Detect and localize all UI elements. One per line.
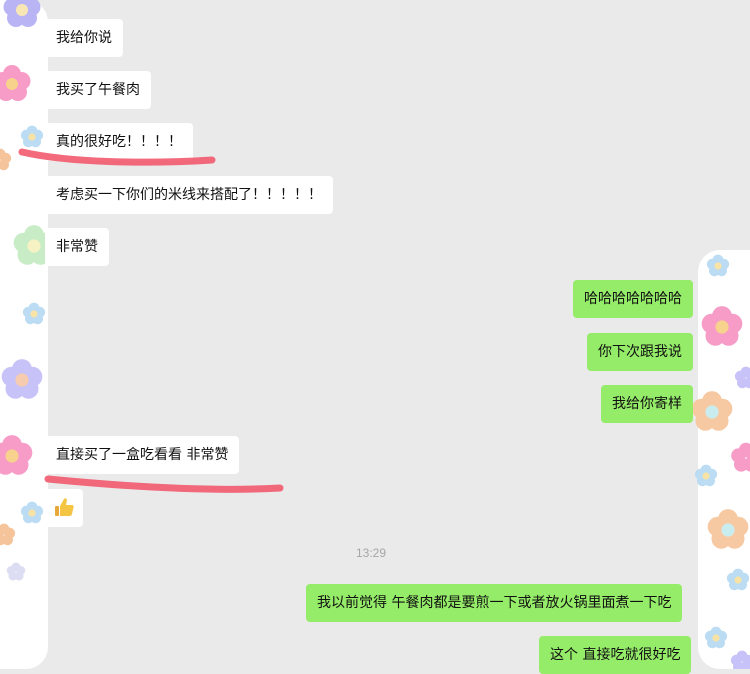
flower-icon bbox=[734, 366, 750, 389]
flower-icon bbox=[707, 509, 749, 549]
message-text: 你下次跟我说 bbox=[598, 344, 682, 360]
flower-icon bbox=[731, 442, 750, 472]
message-bubble[interactable]: 哈哈哈哈哈哈哈 bbox=[573, 280, 693, 318]
flower-icon bbox=[20, 125, 44, 148]
flower-icon bbox=[694, 464, 718, 487]
flower-icon bbox=[730, 650, 750, 669]
flower-icon bbox=[0, 435, 33, 475]
message-bubble[interactable]: 直接买了一盒吃看看 非常赞 bbox=[45, 436, 240, 474]
message-text: 我给你寄样 bbox=[612, 396, 682, 412]
message-text: 这个 直接吃就很好吃 bbox=[550, 647, 681, 663]
flower-icon bbox=[22, 302, 46, 325]
message-text: 直接买了一盒吃看看 非常赞 bbox=[56, 447, 229, 463]
message-bubble[interactable]: 真的很好吃！！！！ bbox=[45, 123, 193, 161]
flower-icon bbox=[0, 523, 16, 546]
message-bubble[interactable]: 我买了午餐肉 bbox=[45, 71, 151, 109]
flower-icon bbox=[1, 359, 43, 399]
flower-icon bbox=[706, 254, 730, 277]
flower-icon bbox=[3, 0, 41, 27]
message-text: 非常赞 bbox=[56, 239, 98, 255]
thumbs-up-icon bbox=[55, 498, 74, 516]
timestamp: 13:29 bbox=[355, 546, 387, 560]
message-text: 真的很好吃！！！！ bbox=[56, 134, 182, 150]
message-bubble[interactable]: 非常赞 bbox=[45, 228, 109, 266]
message-bubble[interactable]: 我以前觉得 午餐肉都是要煎一下或者放火锅里面煮一下吃 bbox=[306, 584, 683, 622]
emoji-message-bubble[interactable] bbox=[45, 489, 83, 527]
message-bubble[interactable]: 这个 直接吃就很好吃 bbox=[539, 636, 692, 674]
flower-icon bbox=[704, 626, 728, 649]
flower-icon bbox=[20, 501, 44, 524]
flower-icon bbox=[691, 391, 733, 431]
message-text: 我以前觉得 午餐肉都是要煎一下或者放火锅里面煮一下吃 bbox=[317, 595, 672, 611]
message-text: 哈哈哈哈哈哈哈 bbox=[584, 291, 682, 307]
message-bubble[interactable]: 你下次跟我说 bbox=[587, 333, 693, 371]
flower-icon bbox=[6, 562, 26, 581]
flower-icon bbox=[701, 306, 743, 346]
message-text: 我给你说 bbox=[56, 30, 112, 46]
message-bubble[interactable]: 我给你寄样 bbox=[601, 385, 693, 423]
flower-icon bbox=[726, 568, 750, 591]
message-text: 我买了午餐肉 bbox=[56, 82, 140, 98]
message-text: 考虑买一下你们的米线来搭配了！！！！！ bbox=[56, 187, 322, 203]
flower-icon bbox=[0, 148, 12, 171]
flower-icon bbox=[0, 65, 31, 101]
message-bubble[interactable]: 考虑买一下你们的米线来搭配了！！！！！ bbox=[45, 176, 333, 214]
message-bubble[interactable]: 我给你说 bbox=[45, 19, 123, 57]
